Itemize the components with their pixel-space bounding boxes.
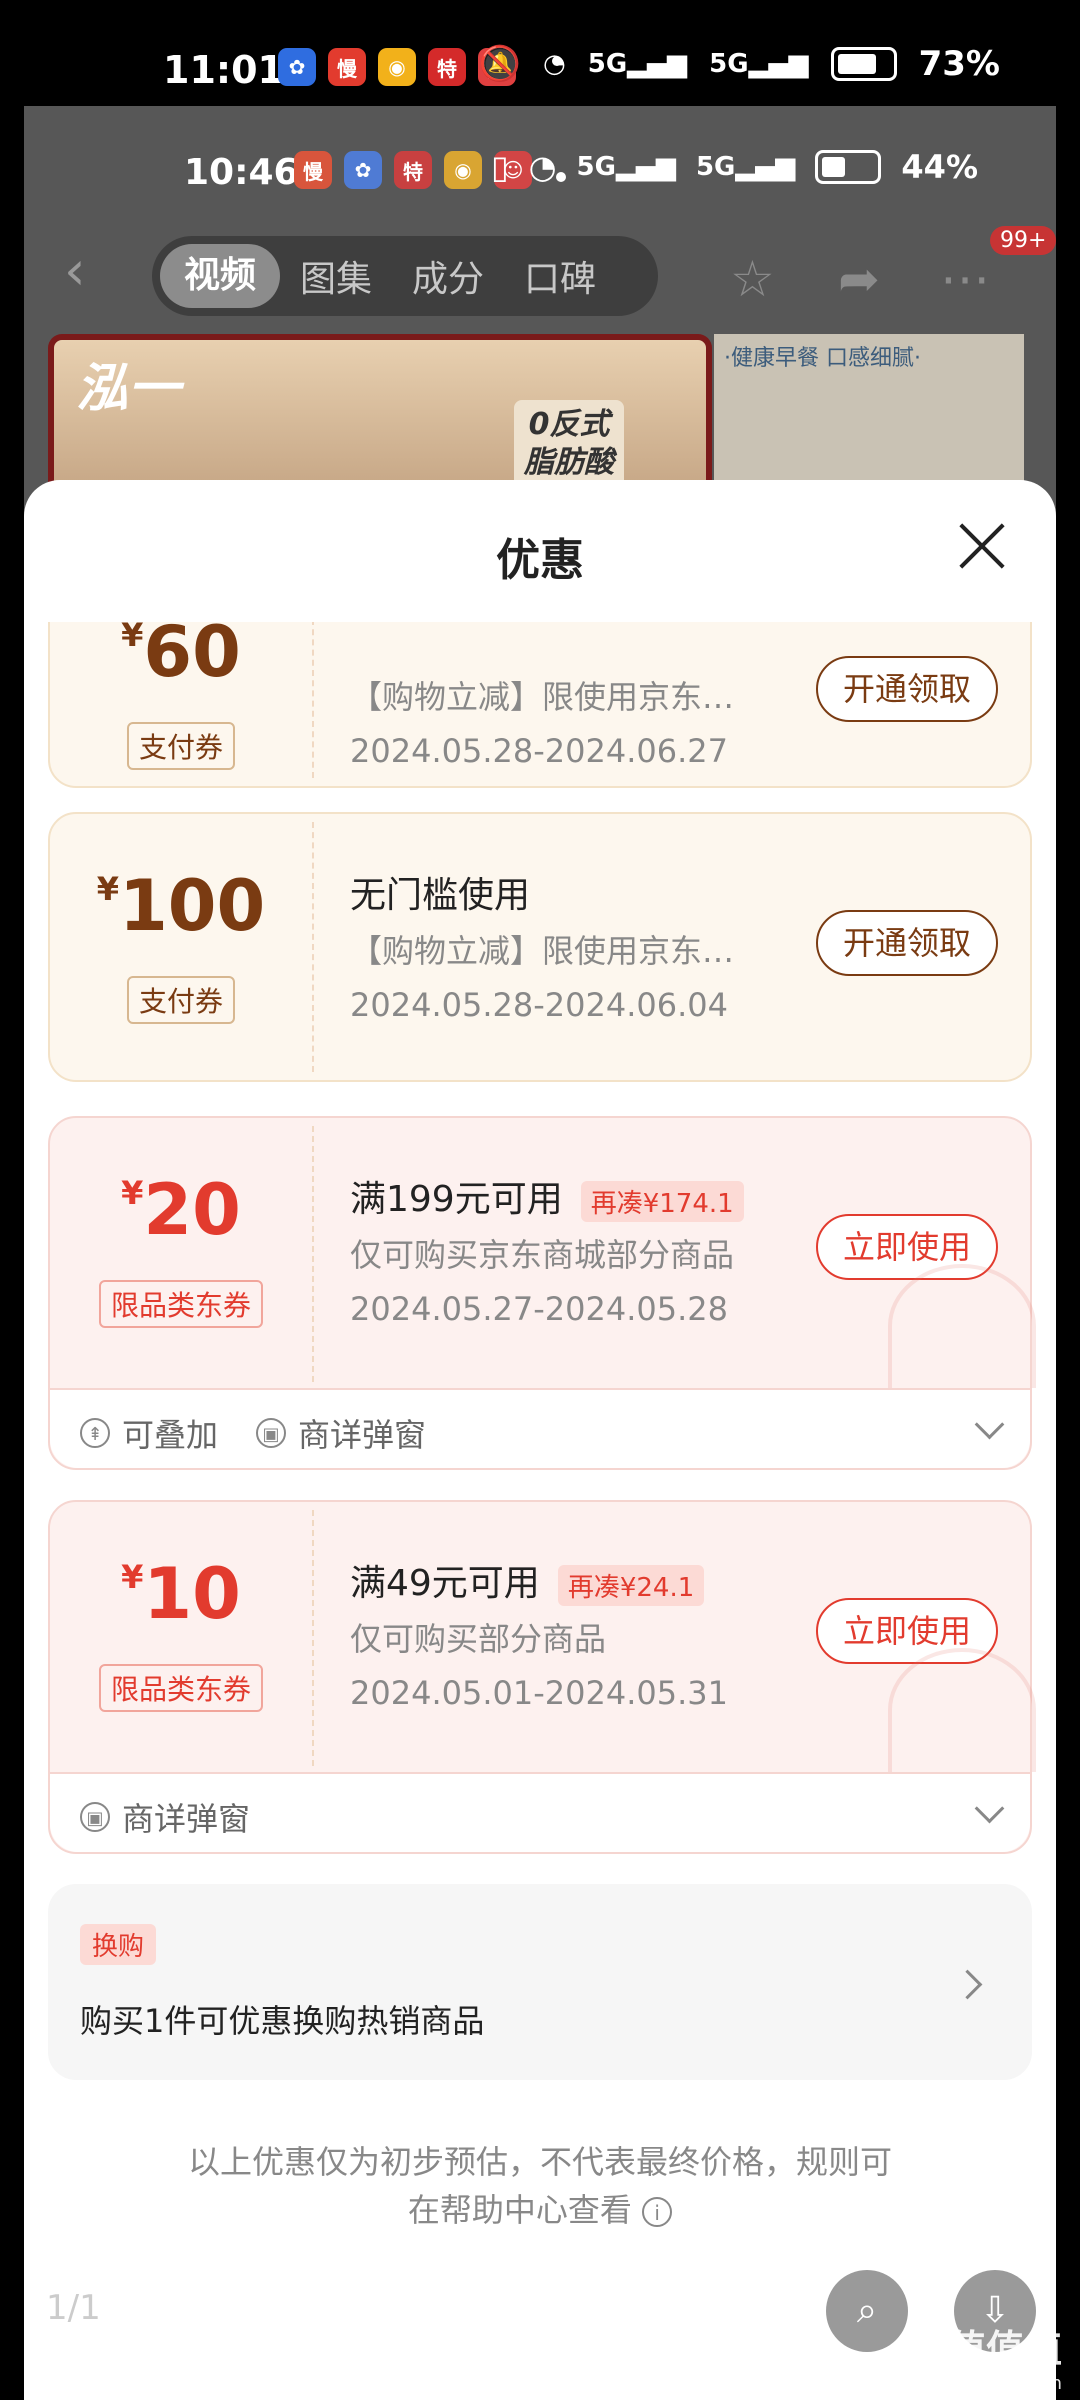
tab-ingredients[interactable]: 成分 <box>392 250 504 302</box>
wifi-icon: ◔ <box>543 49 566 79</box>
coupon-amount: ¥10 <box>121 1553 241 1635</box>
paw-app-icon: ✿ <box>278 48 316 86</box>
inner-status-bar: 10:46 慢 ✿ 特 ◉ ☺ ▯ ◔ 5G▂▄▆ 5G▂▄▆ 44% <box>24 106 1056 206</box>
battery-icon <box>815 150 882 184</box>
tab-gallery[interactable]: 图集 <box>280 250 392 302</box>
back-arrow-icon[interactable]: ‹ <box>64 244 108 298</box>
info-icon[interactable]: i <box>642 2197 673 2227</box>
inner-status-time: 10:46 <box>184 152 299 193</box>
status-time: 11:01 <box>163 48 284 92</box>
claimed-stamp-icon <box>888 1264 1036 1388</box>
product-image-2[interactable]: ·健康早餐 口感细腻· <box>714 334 1024 494</box>
claimed-stamp-icon <box>888 1648 1036 1772</box>
stackable-tag: ⇞ 可叠加 <box>80 1410 218 1456</box>
brand-logo: 泓一 <box>76 359 181 419</box>
coupon-list[interactable]: ¥60 支付券 【购物立减】限使用京东… 2024.05.28-2024.06.… <box>24 622 1056 2400</box>
coupon-divider <box>312 1126 314 1382</box>
mute-icon: 🔕 <box>478 44 522 84</box>
signal-icon-1: 5G▂▄▆ <box>587 49 688 79</box>
coupon-divider <box>312 822 314 1072</box>
signal-icon-2: 5G▂▄▆ <box>709 49 809 79</box>
coupon-footer[interactable]: ⇞ 可叠加 ▣ 商详弹窗 <box>50 1388 1030 1468</box>
spend-more-tag: 再凑¥24.1 <box>557 1564 705 1606</box>
man-app-icon: 慢 <box>294 151 332 189</box>
media-tabs: 视频 图集 成分 口碑 <box>152 236 658 316</box>
wifi-icon: ◔ <box>528 148 557 186</box>
scan-search-button[interactable]: ⌕ <box>826 2270 908 2352</box>
coupon-type-badge: 限品类东券 <box>98 1280 264 1328</box>
coupon-type-badge: 限品类东券 <box>98 1664 264 1712</box>
coupon-title: 满199元可用 再凑¥174.1 <box>350 1170 744 1222</box>
sheet-title: 优惠 <box>496 535 584 586</box>
coupon-date: 2024.05.28-2024.06.04 <box>350 986 728 1024</box>
page-indicator: 1/1 <box>46 2288 101 2328</box>
coupon-desc: 【购物立减】限使用京东… <box>350 678 735 716</box>
coupon-type-badge: 支付券 <box>126 722 236 770</box>
coupon-amount: ¥100 <box>96 865 266 947</box>
product-image[interactable]: 泓一 0反式 脂肪酸 <box>48 334 712 500</box>
man-app-icon: 慢 <box>328 48 366 86</box>
coupon-card: ¥100 支付券 无门槛使用 【购物立减】限使用京东… 2024.05.28-2… <box>48 812 1032 1082</box>
popup-tag: ▣ 商详弹窗 <box>256 1410 426 1456</box>
coupon-type-badge: 支付券 <box>126 976 236 1024</box>
screenshot-frame: 10:46 慢 ✿ 特 ◉ ☺ ▯ ◔ 5G▂▄▆ 5G▂▄▆ 44% ‹ 视频… <box>24 106 1056 2400</box>
exchange-text: 购买1件可优惠换购热销商品 <box>80 2002 485 2040</box>
favorite-star-icon[interactable]: ☆ <box>730 250 775 308</box>
popup-tag: ▣ 商详弹窗 <box>80 1794 250 1840</box>
disclaimer: 以上优惠仅为初步预估，不代表最终价格，规则可 在帮助中心查看 i <box>187 2143 892 2229</box>
coupon-amount: ¥60 <box>121 622 241 693</box>
coupon-title: 无门槛使用 <box>350 875 531 916</box>
coupon-card: ¥10 限品类东券 满49元可用 再凑¥24.1 仅可购买部分商品 2024.05… <box>48 1500 1036 1854</box>
more-icon[interactable]: ⋯ <box>940 250 990 308</box>
coupon-card: ¥60 支付券 【购物立减】限使用京东… 2024.05.28-2024.06.… <box>48 622 1032 788</box>
ticket-icon: ▣ <box>256 1418 286 1448</box>
product-nav-bar: ‹ 视频 图集 成分 口碑 ☆ ➦ ⋯ 99+ <box>24 226 1056 336</box>
tab-video[interactable]: 视频 <box>160 244 281 308</box>
outer-status-bar: 11:01 ✿ 慢 ◉ 特 拼 🔕 ◔ 5G▂▄▆ 5G▂▄▆ 73% <box>0 0 1080 106</box>
discount-sheet: 优惠 ¥60 支付券 【购物立减】限使用京东… 2024.05.28-2024.… <box>24 480 1056 2400</box>
coupon-desc: 【购物立减】限使用京东… <box>350 932 735 970</box>
banner-side-tag: ·健康早餐 口感细腻· <box>724 346 921 371</box>
message-badge: 99+ <box>990 226 1056 255</box>
close-icon[interactable] <box>956 520 1008 572</box>
te-app-icon: 特 <box>428 48 466 86</box>
battery-percent: 73% <box>918 44 1000 84</box>
paw-app-icon: ✿ <box>344 151 382 189</box>
exchange-tag: 换购 <box>80 1924 157 1965</box>
weibo-app-icon: ◉ <box>378 48 416 86</box>
claim-button[interactable]: 开通领取 <box>816 910 998 976</box>
coupon-divider <box>312 1510 314 1766</box>
weibo-app-icon: ◉ <box>444 151 482 189</box>
banner-slogan: 0反式 脂肪酸 <box>514 400 624 488</box>
coupon-date: 2024.05.28-2024.06.27 <box>350 732 728 770</box>
coupon-date: 2024.05.27-2024.05.28 <box>350 1290 728 1328</box>
coupon-divider <box>312 622 314 778</box>
exchange-card[interactable]: 换购 购买1件可优惠换购热销商品 <box>48 1884 1032 2080</box>
spend-more-tag: 再凑¥174.1 <box>580 1180 744 1222</box>
coupon-footer[interactable]: ▣ 商详弹窗 <box>50 1772 1030 1852</box>
claim-button[interactable]: 开通领取 <box>816 656 998 722</box>
coupon-card: ¥20 限品类东券 满199元可用 再凑¥174.1 仅可购买京东商城部分商品 2… <box>48 1116 1036 1470</box>
battery-icon <box>830 47 897 81</box>
chevron-down-icon[interactable] <box>974 1409 1005 1440</box>
stack-icon: ⇞ <box>80 1418 110 1448</box>
coupon-title: 满49元可用 再凑¥24.1 <box>350 1554 705 1606</box>
battery-percent: 44% <box>901 148 978 186</box>
te-app-icon: 特 <box>394 151 432 189</box>
chevron-down-icon[interactable] <box>974 1793 1005 1824</box>
vibrate-icon: ▯ <box>491 148 509 186</box>
signal-icon-2: 5G▂▄▆ <box>695 152 796 182</box>
watermark-logo: 值值值 zhizhizhi.com <box>940 2327 1062 2394</box>
signal-icon-1: 5G▂▄▆ <box>576 152 676 182</box>
coupon-date: 2024.05.01-2024.05.31 <box>350 1674 728 1712</box>
ticket-icon: ▣ <box>80 1802 110 1832</box>
coupon-desc: 仅可购买部分商品 <box>350 1620 607 1658</box>
chevron-right-icon <box>952 1969 983 2000</box>
coupon-desc: 仅可购买京东商城部分商品 <box>350 1236 735 1274</box>
coupon-amount: ¥20 <box>121 1169 241 1251</box>
tab-reviews[interactable]: 口碑 <box>504 250 616 302</box>
share-icon[interactable]: ➦ <box>838 250 880 308</box>
